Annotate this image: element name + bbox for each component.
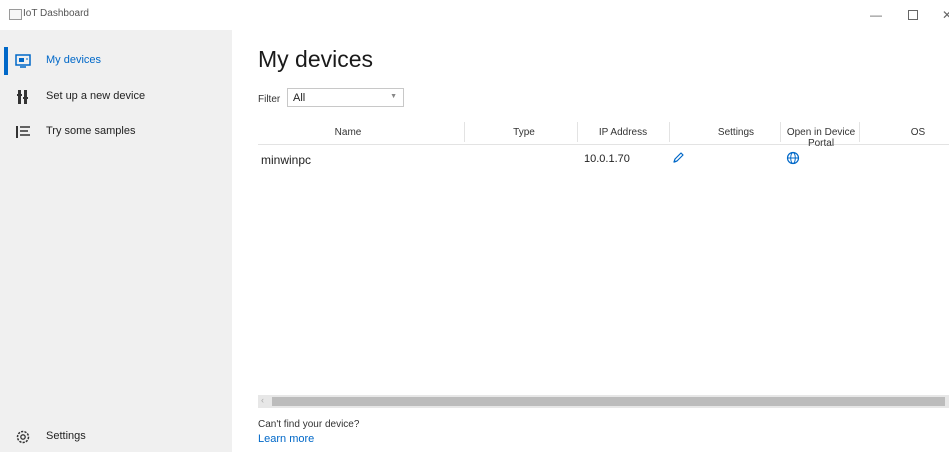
table-header: Name Type IP Address Settings Open in De…	[258, 120, 949, 149]
device-name: minwinpc	[261, 153, 312, 167]
chevron-down-icon: ▼	[390, 93, 397, 100]
sidebar-item-label: My devices	[46, 54, 102, 66]
samples-icon	[16, 126, 30, 138]
column-divider[interactable]	[780, 122, 781, 142]
filter-dropdown[interactable]: All ▼	[287, 88, 404, 107]
filter-value: All	[293, 92, 306, 104]
maximize-button[interactable]	[903, 6, 923, 24]
sidebar-item-label: Set up a new device	[46, 90, 146, 102]
column-header-type[interactable]: Type	[464, 127, 584, 138]
scrollbar-thumb[interactable]	[272, 397, 945, 406]
learn-more-link[interactable]: Learn more	[258, 433, 314, 445]
column-header-ip[interactable]: IP Address	[577, 127, 669, 138]
title-bar: IoT Dashboard — ✕	[0, 0, 949, 30]
selection-indicator	[4, 47, 8, 75]
maximize-icon	[908, 10, 918, 20]
horizontal-scrollbar[interactable]: ‹	[258, 395, 949, 408]
device-ip: 10.0.1.70	[584, 153, 630, 165]
globe-icon[interactable]	[786, 151, 800, 165]
settings-label: Settings	[46, 430, 86, 442]
gear-icon	[16, 430, 30, 444]
column-divider[interactable]	[859, 122, 860, 142]
app-icon	[9, 9, 22, 20]
column-divider[interactable]	[669, 122, 670, 142]
setup-device-icon	[17, 90, 28, 104]
table-row[interactable]: minwinpc 10.0.1.70	[258, 148, 949, 170]
column-header-settings[interactable]: Settings	[678, 127, 794, 138]
column-header-portal[interactable]: Open in Device Portal	[783, 127, 859, 149]
sidebar: My devices Set up a new device Try some …	[0, 30, 232, 452]
sidebar-item-samples[interactable]: Try some samples	[0, 116, 232, 148]
close-button[interactable]: ✕	[937, 6, 949, 24]
filter-label: Filter	[258, 94, 281, 105]
minimize-button[interactable]: —	[866, 6, 886, 24]
help-text: Can't find your device?	[258, 419, 360, 430]
sidebar-item-setup-device[interactable]: Set up a new device	[0, 81, 232, 113]
sidebar-item-my-devices[interactable]: My devices	[0, 45, 232, 77]
page-title: My devices	[258, 46, 374, 72]
column-header-os[interactable]: OS	[898, 127, 938, 138]
scroll-left-icon[interactable]: ‹	[261, 395, 264, 405]
edit-icon[interactable]	[671, 151, 685, 165]
window-title: IoT Dashboard	[23, 8, 89, 19]
column-header-name[interactable]: Name	[298, 127, 398, 138]
devices-icon	[15, 54, 31, 68]
sidebar-item-settings[interactable]: Settings	[0, 421, 232, 451]
sidebar-item-label: Try some samples	[46, 125, 136, 137]
